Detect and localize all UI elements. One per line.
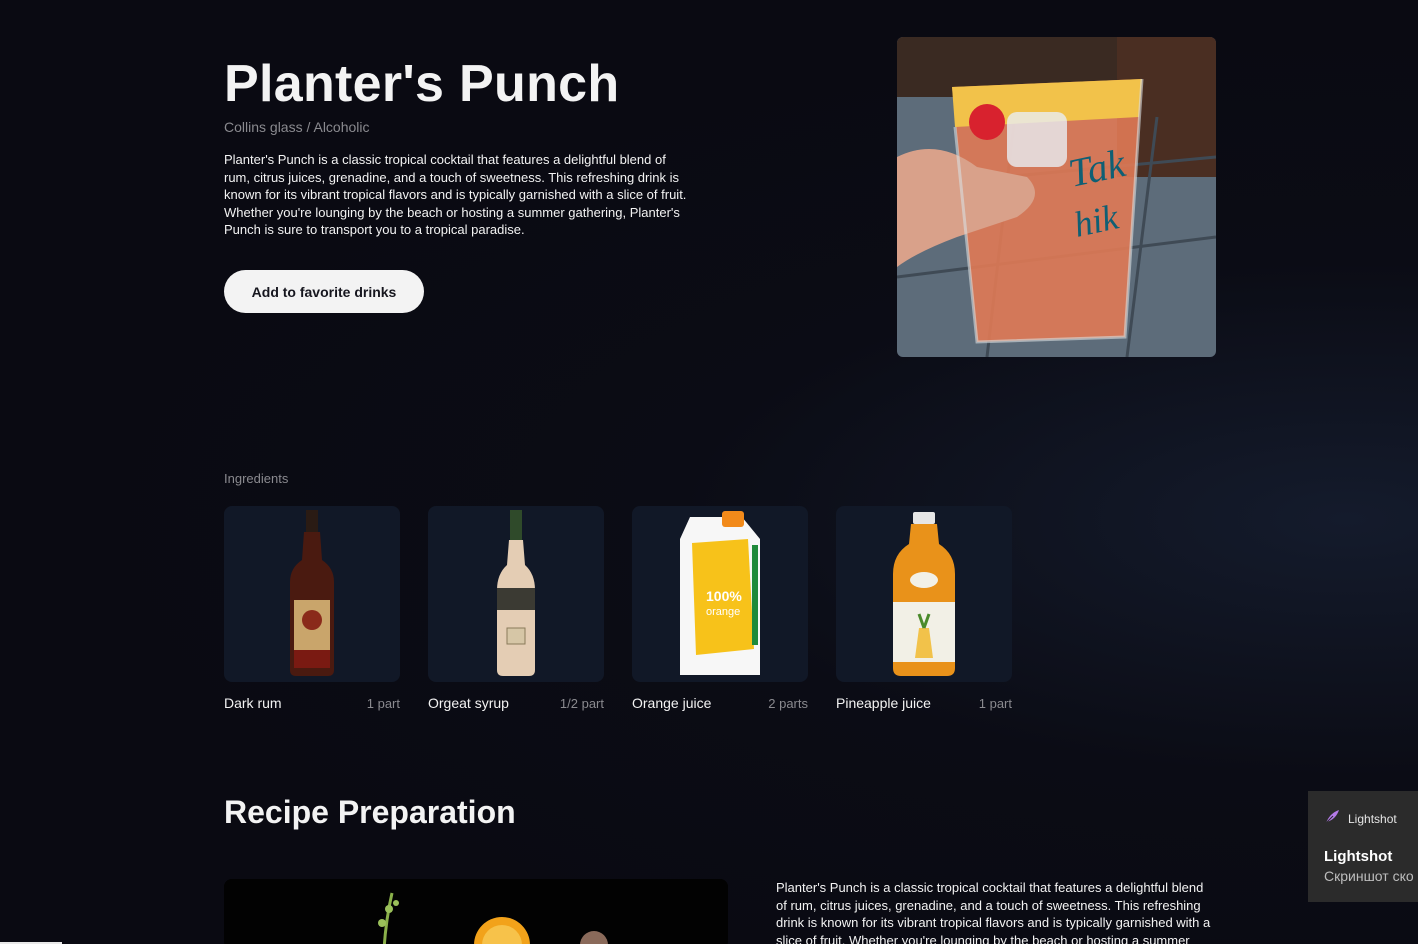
ingredient-name: Orange juice — [632, 695, 712, 711]
pineapple-juice-image — [836, 506, 1012, 682]
toast-app-header: Lightshot — [1324, 809, 1418, 828]
recipe-title: Recipe Preparation — [224, 794, 516, 830]
ingredient-card[interactable]: Pineapple juice 1 part — [836, 506, 1012, 711]
toast-app-name: Lightshot — [1348, 811, 1397, 826]
ingredient-quantity: 2 parts — [768, 696, 808, 711]
toast-title: Lightshot — [1324, 848, 1393, 865]
drink-description: Planter's Punch is a classic tropical co… — [224, 152, 687, 238]
ingredient-quantity: 1 part — [978, 696, 1012, 711]
ingredients-list: Dark rum 1 part Orgeat syrup 1/2 part 10… — [224, 506, 1012, 711]
orange-juice-image: 100% orange — [632, 506, 808, 682]
ingredient-quantity: 1/2 part — [559, 696, 604, 711]
drink-hero: Planter's Punch Collins glass / Alcoholi… — [224, 56, 704, 239]
ingredients-label: Ingredients — [224, 471, 289, 486]
orgeat-syrup-image — [428, 506, 604, 682]
ingredient-quantity: 1 part — [366, 696, 400, 711]
recipe-photo — [224, 879, 728, 944]
recipe-instructions: Planter's Punch is a classic tropical co… — [776, 880, 1211, 944]
ingredient-card[interactable]: Dark rum 1 part — [224, 506, 400, 711]
add-to-favorites-button[interactable]: Add to favorite drinks — [224, 270, 424, 313]
ingredient-card[interactable]: Orgeat syrup 1/2 part — [428, 506, 604, 711]
toast-body: Скриншот ско — [1324, 868, 1414, 884]
drink-title: Planter's Punch — [224, 55, 620, 113]
drink-subtitle: Collins glass / Alcoholic — [224, 119, 370, 135]
svg-text:orange: orange — [706, 606, 740, 618]
dark-rum-image — [224, 506, 400, 682]
ingredient-name: Dark rum — [224, 695, 282, 711]
ingredient-name: Orgeat syrup — [428, 695, 509, 711]
feather-icon — [1324, 809, 1340, 828]
ingredient-name: Pineapple juice — [836, 695, 931, 711]
drink-photo: Tak hik — [897, 37, 1216, 357]
lightshot-notification[interactable]: Lightshot Lightshot Скриншот ско — [1308, 791, 1418, 902]
ingredient-card[interactable]: 100% orange Orange juice 2 parts — [632, 506, 808, 711]
svg-text:100%: 100% — [706, 588, 742, 604]
